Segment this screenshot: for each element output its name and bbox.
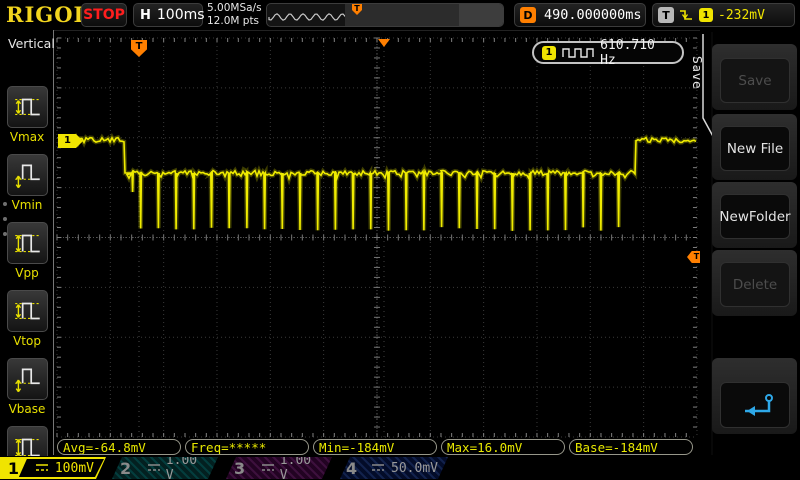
left-menu-title: Vertical xyxy=(0,30,53,51)
delay-position-marker-icon[interactable] xyxy=(378,39,390,47)
vtop-icon xyxy=(12,296,44,326)
channel-4-number: 4 xyxy=(340,457,363,479)
menu-page-indicator xyxy=(3,202,7,236)
memory-depth: 12.0M pts xyxy=(207,15,265,28)
delay-box[interactable]: D 490.000000ms xyxy=(514,3,646,27)
acquisition-info: 5.00MSa/s 12.0M pts xyxy=(207,2,265,28)
trigger-box[interactable]: T 1 -232mV xyxy=(652,3,795,27)
measurement-avg[interactable]: Avg=-64.8mV xyxy=(57,439,181,455)
new-folder-button[interactable]: NewFolder xyxy=(720,194,790,239)
square-wave-icon xyxy=(562,47,594,59)
freq-value: 610.710 Hz xyxy=(600,38,674,68)
horizontal-label: H xyxy=(140,8,151,23)
vmin-button[interactable] xyxy=(7,154,48,196)
graticule-and-waveform xyxy=(0,0,800,480)
dc-coupling-icon xyxy=(35,462,49,474)
horizontal-timebase-box[interactable]: H 100ms xyxy=(133,3,203,27)
vmax-icon xyxy=(12,92,44,122)
delay-badge: D xyxy=(520,7,536,23)
new-file-button[interactable]: New File xyxy=(720,126,790,171)
run-state-badge[interactable]: STOP xyxy=(81,3,127,27)
vtop-button[interactable] xyxy=(7,290,48,332)
rigol-logo: RIGOL xyxy=(6,2,89,27)
oscilloscope-screen: RIGOL STOP H 100ms 5.00MSa/s 12.0M pts T… xyxy=(0,0,800,480)
channel-2-status[interactable]: 2 1.00 V xyxy=(112,457,218,479)
freq-channel-badge: 1 xyxy=(542,46,556,60)
measurement-max[interactable]: Max=16.0mV xyxy=(441,439,565,455)
save-menu: Save Save New File NewFolder Delete xyxy=(700,30,800,455)
top-status-bar: RIGOL STOP H 100ms 5.00MSa/s 12.0M pts T… xyxy=(0,0,800,31)
frequency-counter: 1 610.710 Hz xyxy=(532,41,684,64)
dc-coupling-icon xyxy=(147,462,160,474)
channel-1-scale: 100mV xyxy=(55,461,94,476)
vmin-icon xyxy=(12,160,44,190)
falling-edge-icon xyxy=(679,7,694,23)
channel-1-number: 1 xyxy=(0,459,27,477)
vbase-button[interactable] xyxy=(7,358,48,400)
display-window-region xyxy=(345,4,459,26)
channel-2-number: 2 xyxy=(112,457,139,479)
dc-coupling-icon xyxy=(261,462,274,474)
channel-status-bar: 1 100mV 2 1.00 V 3 xyxy=(0,456,800,480)
return-button[interactable] xyxy=(720,382,790,428)
channel-3-number: 3 xyxy=(226,457,253,479)
vtop-label: Vtop xyxy=(0,334,54,348)
channel-3-status[interactable]: 3 1.00 V xyxy=(226,457,332,479)
vmin-label: Vmin xyxy=(0,198,54,212)
measurement-freq[interactable]: Freq=***** xyxy=(185,439,309,455)
trigger-label-badge: T xyxy=(658,7,674,23)
memory-waveform-overview[interactable]: T xyxy=(266,3,504,27)
measurement-base[interactable]: Base=-184mV xyxy=(569,439,693,455)
return-arrow-icon xyxy=(733,391,777,419)
menu-tab-title: Save xyxy=(690,56,704,89)
channel-1-status[interactable]: 1 100mV xyxy=(0,457,106,479)
channel-3-scale: 1.00 V xyxy=(280,453,322,480)
display-window-region-bright xyxy=(459,4,503,26)
left-measure-menu: Vertical Vmax Vmin xyxy=(0,30,54,455)
channel-4-status[interactable]: 4 50.0mV xyxy=(340,457,448,479)
measurement-bar: Avg=-64.8mV Freq=***** Min=-184mV Max=16… xyxy=(0,438,800,456)
vbase-icon xyxy=(12,364,44,394)
channel-2-scale: 1.00 V xyxy=(166,453,208,480)
delay-value: 490.000000ms xyxy=(544,7,642,23)
vpp-label: Vpp xyxy=(0,266,54,280)
vmax-button[interactable] xyxy=(7,86,48,128)
channel-4-scale: 50.0mV xyxy=(391,461,438,476)
vmax-label: Vmax xyxy=(0,130,54,144)
dc-coupling-icon xyxy=(371,462,385,474)
save-button[interactable]: Save xyxy=(720,58,790,103)
vpp-icon xyxy=(12,228,44,258)
vpp-button[interactable] xyxy=(7,222,48,264)
sample-rate: 5.00MSa/s xyxy=(207,2,265,15)
measurement-min[interactable]: Min=-184mV xyxy=(313,439,437,455)
timebase-value: 100ms xyxy=(157,7,205,23)
trigger-level-value: -232mV xyxy=(718,8,765,23)
trigger-source-badge: 1 xyxy=(699,8,713,22)
vbase-label: Vbase xyxy=(0,402,54,416)
delete-button[interactable]: Delete xyxy=(720,262,790,307)
